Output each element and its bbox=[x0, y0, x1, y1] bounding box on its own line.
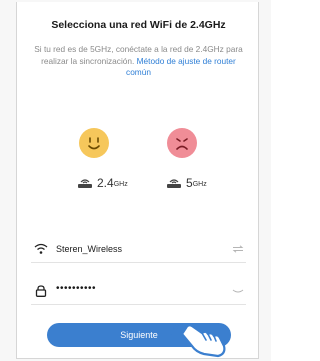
wifi-icon bbox=[34, 243, 48, 254]
password-value[interactable]: •••••••••• bbox=[56, 283, 96, 294]
band-5-number: 5 bbox=[186, 176, 193, 190]
wifi-selection-card: Selecciona una red WiFi de 2.4GHz Si tu … bbox=[16, 2, 259, 359]
happy-face-icon bbox=[79, 128, 109, 158]
wifi-name-value[interactable]: Steren_Wireless bbox=[56, 244, 122, 254]
lock-icon bbox=[35, 285, 47, 297]
band-5ghz: 5 GHz bbox=[166, 177, 207, 189]
router-settings-link[interactable]: Método de ajuste de router común bbox=[126, 56, 236, 78]
tap-hand-icon bbox=[170, 324, 226, 358]
password-field[interactable]: •••••••••• bbox=[31, 279, 246, 305]
hide-password-icon[interactable] bbox=[232, 287, 244, 295]
sad-face-icon bbox=[167, 128, 197, 158]
band-2-4ghz: 2.4 GHz bbox=[77, 177, 128, 189]
router-icon bbox=[78, 179, 92, 188]
screen-background: Selecciona una red WiFi de 2.4GHz Si tu … bbox=[0, 0, 271, 361]
instructions-text: Si tu red es de 5GHz, conéctate a la red… bbox=[31, 44, 246, 79]
band-2-4-number: 2.4 bbox=[97, 176, 114, 190]
band-2-4-unit: GHz bbox=[113, 181, 128, 188]
router-icon bbox=[167, 179, 181, 188]
band-5-unit: GHz bbox=[192, 181, 207, 188]
page-title: Selecciona una red WiFi de 2.4GHz bbox=[51, 19, 226, 31]
switch-network-icon[interactable] bbox=[232, 245, 244, 253]
wifi-name-field[interactable]: Steren_Wireless bbox=[31, 237, 246, 263]
